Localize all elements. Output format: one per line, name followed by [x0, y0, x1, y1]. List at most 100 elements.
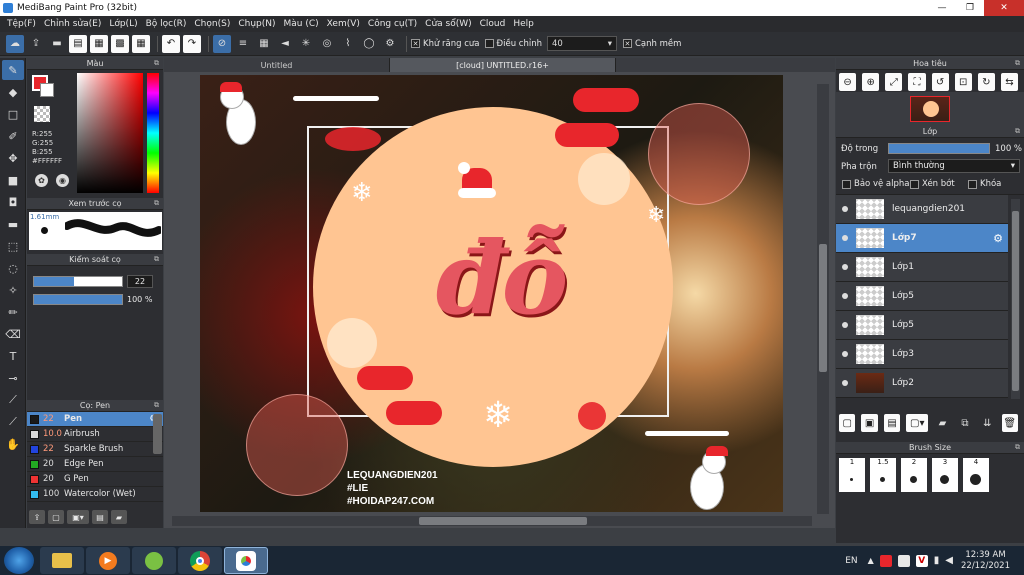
menu-help[interactable]: Help: [509, 19, 538, 29]
vertical-scrollbar-thumb[interactable]: [819, 244, 827, 372]
tab-untitled[interactable]: Untitled: [164, 58, 390, 72]
opacity-slider[interactable]: [33, 294, 123, 305]
show-hidden-icons-icon[interactable]: ▲: [868, 556, 874, 565]
panel-expand-icon[interactable]: ⧉: [1015, 59, 1020, 68]
unikey-icon[interactable]: V: [915, 554, 928, 567]
panel-expand-icon[interactable]: ⧉: [154, 199, 159, 208]
comment-icon[interactable]: ▬: [48, 35, 66, 53]
menu-cloud[interactable]: Cloud: [476, 19, 510, 29]
fit-icon[interactable]: ⤢: [885, 73, 903, 91]
size-preset[interactable]: 3: [932, 458, 958, 492]
brush-list-scrollbar[interactable]: [153, 414, 162, 454]
vanish-snap-icon[interactable]: ◄: [276, 35, 294, 53]
brush-tool-icon[interactable]: ✎: [2, 60, 24, 80]
tab-cloud-untitled[interactable]: [cloud] UNTITLED.r16+: [390, 58, 616, 72]
brush-item-edge-pen[interactable]: 20 Edge Pen: [27, 457, 163, 472]
radial-snap-icon[interactable]: ✳: [297, 35, 315, 53]
clipping-toggle[interactable]: Xén bớt: [910, 179, 955, 189]
layer-item[interactable]: Lớp5: [836, 282, 1008, 311]
navigator-thumbnail[interactable]: [910, 96, 950, 122]
layer-item[interactable]: Lớp1: [836, 253, 1008, 282]
eyedropper-icon[interactable]: ⟋: [2, 390, 24, 410]
settings-gear-icon[interactable]: ⚙: [381, 35, 399, 53]
color-wheel-icon[interactable]: ◉: [56, 174, 69, 187]
menu-view[interactable]: Xem(V): [323, 19, 364, 29]
size-preset[interactable]: 2: [901, 458, 927, 492]
eyedropper2-icon[interactable]: ⟋: [2, 412, 24, 432]
visibility-eye-icon[interactable]: [842, 380, 848, 386]
visibility-eye-icon[interactable]: [842, 293, 848, 299]
bucket-tool-icon[interactable]: ◘: [2, 192, 24, 212]
minimize-button[interactable]: —: [928, 0, 956, 16]
select-pen-icon[interactable]: ✏: [2, 302, 24, 322]
grid-icon[interactable]: ▦: [132, 34, 150, 53]
ellipse-snap-icon[interactable]: ◯: [360, 35, 378, 53]
network-icon[interactable]: ▮: [934, 555, 940, 566]
panel-expand-icon[interactable]: ⧉: [154, 401, 159, 410]
menu-capture[interactable]: Chụp(N): [234, 19, 279, 29]
merge-down-icon[interactable]: ⇊: [979, 414, 995, 432]
move-tool-icon[interactable]: ✥: [2, 148, 24, 168]
menu-edit[interactable]: Chỉnh sửa(E): [40, 19, 105, 29]
layer-item[interactable]: lequangdien201: [836, 195, 1008, 224]
menu-file[interactable]: Tệp(F): [3, 19, 40, 29]
pen-tool-icon[interactable]: ✐: [2, 126, 24, 146]
close-button[interactable]: ✕: [984, 0, 1024, 16]
layer-item[interactable]: Lớp3: [836, 340, 1008, 369]
gradient-tool-icon[interactable]: ▬: [2, 214, 24, 234]
layer-item[interactable]: Lớp2: [836, 369, 1008, 398]
hand-tool-icon[interactable]: ✋: [2, 434, 24, 454]
brush-item-pen[interactable]: 22 Pen ⚙: [27, 412, 163, 427]
layout-icon[interactable]: ▩: [111, 34, 129, 53]
media-player-taskbar-icon[interactable]: ▶: [86, 547, 130, 574]
magic-wand-icon[interactable]: ✧: [2, 280, 24, 300]
gear-icon[interactable]: ⚙: [993, 232, 1003, 245]
brush-item-watercolor[interactable]: 100 Watercolor (Wet): [27, 487, 163, 502]
saturation-value-picker[interactable]: [77, 73, 143, 193]
artwork-canvas[interactable]: ❄ ❄ ❄ đỗ LEQUANGDIEN201 #LIE #HOIDAP247.…: [200, 75, 783, 512]
size-slider[interactable]: [33, 276, 123, 287]
circle-snap-icon[interactable]: ◎: [318, 35, 336, 53]
parallel-snap-icon[interactable]: ≡: [234, 35, 252, 53]
zoom-in-icon[interactable]: ⊕: [862, 73, 880, 91]
maximize-button[interactable]: ❐: [956, 0, 984, 16]
lock-toggle[interactable]: Khóa: [968, 179, 1001, 189]
menu-color[interactable]: Màu (C): [280, 19, 323, 29]
document-icon[interactable]: ▦: [90, 34, 108, 53]
start-button[interactable]: [4, 547, 34, 574]
add-brush-icon[interactable]: ▣▾: [67, 510, 89, 524]
menu-tools[interactable]: Công cụ(T): [364, 19, 421, 29]
brush-item-g-pen[interactable]: 20 G Pen: [27, 472, 163, 487]
folder-icon[interactable]: ▰: [111, 510, 127, 524]
tray-flag-icon[interactable]: [897, 554, 910, 567]
add-layer-dropdown-icon[interactable]: ▢▾: [906, 414, 929, 432]
brush-item-airbrush[interactable]: 10.0 Airbrush: [27, 427, 163, 442]
menu-filter[interactable]: Bộ lọc(R): [142, 19, 191, 29]
visibility-eye-icon[interactable]: [842, 351, 848, 357]
volume-icon[interactable]: ◀: [945, 555, 953, 566]
actual-size-icon[interactable]: ⛶: [908, 73, 926, 91]
chrome-taskbar-icon[interactable]: [178, 547, 222, 574]
menu-layer[interactable]: Lớp(L): [105, 19, 141, 29]
visibility-eye-icon[interactable]: [842, 322, 848, 328]
layer-item[interactable]: Lớp5: [836, 311, 1008, 340]
rect-select-icon[interactable]: ⬚: [2, 236, 24, 256]
duplicate-layer-icon[interactable]: ⧉: [957, 414, 973, 432]
correction-select[interactable]: 40 ▾: [546, 36, 617, 51]
new-layer-icon[interactable]: ▢: [839, 414, 856, 432]
new-8bit-layer-icon[interactable]: ▤: [883, 414, 901, 432]
panel-expand-icon[interactable]: ⧉: [1015, 127, 1020, 136]
select-eraser-icon[interactable]: ⌫: [2, 324, 24, 344]
rotate-right-icon[interactable]: ↻: [977, 73, 995, 91]
panel-expand-icon[interactable]: ⧉: [154, 59, 159, 68]
app-taskbar-icon[interactable]: [132, 547, 176, 574]
antialias-checkbox[interactable]: ✕: [411, 39, 420, 48]
panel-expand-icon[interactable]: ⧉: [154, 255, 159, 264]
rotate-left-icon[interactable]: ↺: [931, 73, 949, 91]
upload-icon[interactable]: ⇪: [29, 510, 45, 524]
size-preset[interactable]: 4: [963, 458, 989, 492]
folder-icon[interactable]: ▰: [934, 414, 950, 432]
visibility-eye-icon[interactable]: [842, 264, 848, 270]
layer-scrollbar-thumb[interactable]: [1012, 211, 1019, 391]
size-preset[interactable]: 1.5: [870, 458, 896, 492]
